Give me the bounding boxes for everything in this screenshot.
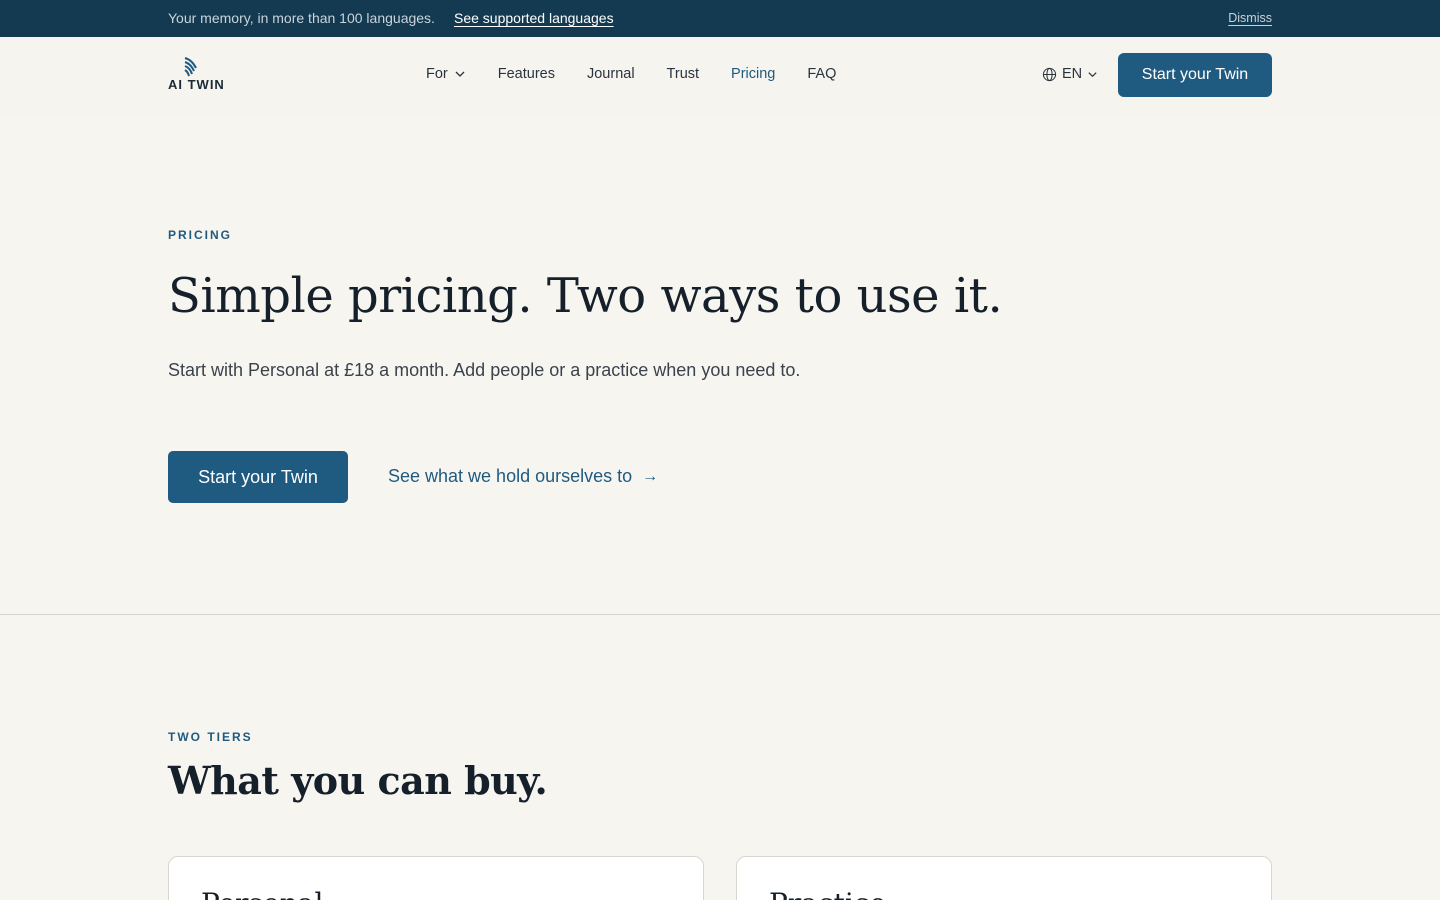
language-selector[interactable]: EN [1042, 66, 1098, 82]
arrow-right-icon: → [642, 467, 659, 485]
chevron-down-icon [1088, 71, 1097, 77]
tier-card-title: Practice [769, 887, 886, 900]
nav-item-pricing[interactable]: Pricing [731, 66, 775, 82]
dismiss-button[interactable]: Dismiss [1228, 11, 1272, 25]
nav-item-label: FAQ [807, 66, 837, 82]
nav-item-for[interactable]: For [426, 66, 466, 82]
globe-icon [1042, 67, 1057, 81]
language-value: EN [1062, 66, 1083, 82]
start-twin-button-hero[interactable]: Start your Twin [168, 451, 348, 503]
page-title: Simple pricing. Two ways to use it. [168, 268, 1003, 324]
nav-item-label: Journal [586, 66, 635, 82]
tier-card-practice: Practice [736, 856, 1272, 900]
tier-card-title: Personal [201, 887, 323, 900]
principles-link-label: See what we hold ourselves to [388, 466, 633, 486]
logo-wordmark: AI TWIN [168, 77, 225, 92]
nav-item-label: For [426, 66, 448, 82]
start-twin-button-header[interactable]: Start your Twin [1118, 53, 1272, 97]
logo[interactable]: AI TWIN [168, 56, 228, 96]
logo-mark-icon [184, 57, 197, 77]
announcement-message: Your memory, in more than 100 languages. [168, 10, 435, 26]
nav-item-features[interactable]: Features [498, 66, 555, 82]
tiers-eyebrow: TWO TIERS [168, 730, 253, 744]
tiers-title: What you can buy. [168, 758, 548, 803]
tier-card-personal: Personal [168, 856, 704, 900]
nav-item-journal[interactable]: Journal [587, 66, 635, 82]
nav-item-label: Pricing [731, 66, 776, 82]
section-divider [0, 614, 1440, 615]
site-header: AI TWIN For Features Journal Trust Prici… [0, 37, 1440, 115]
nav-item-faq[interactable]: FAQ [807, 66, 836, 82]
supported-languages-link[interactable]: See supported languages [454, 10, 614, 26]
nav-item-label: Trust [666, 66, 700, 82]
hero-subtitle: Start with Personal at £18 a month. Add … [168, 360, 801, 380]
announcement-bar: Your memory, in more than 100 languages.… [0, 0, 1440, 37]
chevron-down-icon [455, 71, 465, 77]
main-nav: For Features Journal Trust Pricing FAQ [426, 66, 836, 82]
pricing-eyebrow: PRICING [168, 228, 233, 242]
nav-item-trust[interactable]: Trust [667, 66, 700, 82]
nav-item-label: Features [497, 66, 555, 82]
principles-link[interactable]: See what we hold ourselves to → [388, 466, 658, 487]
